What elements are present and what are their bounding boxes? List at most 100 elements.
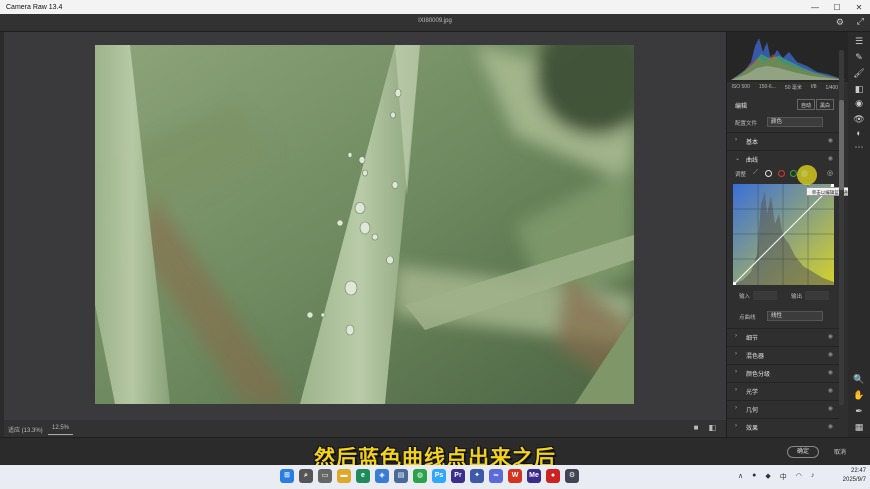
search-icon[interactable]: ⌕: [299, 469, 313, 483]
close-button[interactable]: ✕: [848, 0, 870, 14]
media-encoder-icon[interactable]: Me: [527, 469, 541, 483]
app-icon-3[interactable]: ∞: [489, 469, 503, 483]
eye-icon[interactable]: ◉: [828, 369, 833, 376]
iso-value: ISO 500: [731, 84, 750, 90]
chevron-right-icon: ›: [735, 137, 737, 143]
redeye-icon[interactable]: 👁: [853, 114, 865, 125]
chevron-up-icon[interactable]: ∧: [738, 472, 743, 482]
output-field[interactable]: [805, 291, 829, 300]
app-icon-2[interactable]: ✦: [470, 469, 484, 483]
taskbar-apps: ⊞ ⌕ ▭ ▬ e ◈ ▤ ◍ Ps Pr ✦ ∞ W Me ● ⚙: [280, 469, 579, 483]
focal-value: 50 毫米: [784, 85, 802, 91]
volume-icon[interactable]: ♪: [811, 472, 815, 482]
radial-filter-icon[interactable]: ◉: [853, 98, 865, 109]
chevron-right-icon: ›: [735, 387, 737, 393]
section-label: 颜色分级: [746, 372, 771, 378]
zoom-icon[interactable]: 🔍: [853, 374, 865, 385]
fit-zoom[interactable]: 适应 (13.3%): [8, 425, 43, 434]
clock-time: 22:47: [850, 468, 866, 474]
more-icon[interactable]: ⋯: [853, 142, 865, 153]
heal-icon[interactable]: ✎: [853, 52, 865, 63]
section-curve[interactable]: ⌄ 曲线 ◉: [727, 150, 839, 166]
settings-icon[interactable]: ⚙: [565, 469, 579, 483]
maximize-button[interactable]: ☐: [826, 0, 848, 14]
target-adjust-icon[interactable]: ◎: [827, 169, 833, 177]
blue-channel-curve[interactable]: [732, 183, 835, 286]
status-bar: 适应 (13.3%) 12.5% ■ ◧: [4, 420, 726, 437]
clock-date: 2025/9/7: [842, 477, 866, 483]
edit-sliders-icon[interactable]: ☰: [853, 36, 865, 47]
gear-icon[interactable]: ⚙: [836, 17, 844, 28]
section-geometry[interactable]: › 几何 ◉: [727, 400, 839, 416]
eye-icon[interactable]: ◉: [828, 137, 833, 144]
lang-indicator[interactable]: 中: [780, 472, 787, 482]
profile-select[interactable]: 颜色: [767, 117, 823, 127]
eye-icon[interactable]: ◉: [828, 333, 833, 340]
single-view-icon[interactable]: ■: [694, 423, 699, 432]
file-name: IXI80009.jpg: [418, 18, 452, 24]
task-view-icon[interactable]: ▭: [318, 469, 332, 483]
panel-scroll-thumb[interactable]: [839, 100, 844, 190]
input-field[interactable]: [753, 291, 777, 300]
system-tray: ∧ ● ◆ 中 ◠ ♪: [738, 472, 814, 482]
chevron-down-icon: ⌄: [735, 156, 741, 162]
photoshop-icon[interactable]: Ps: [432, 469, 446, 483]
rgb-channel-dot[interactable]: [765, 170, 772, 177]
camera-info: ISO 500 150-6... 50 毫米 f/8 1/400 秒: [727, 84, 849, 94]
premiere-icon[interactable]: Pr: [451, 469, 465, 483]
photo-preview[interactable]: [95, 45, 634, 404]
edit-label: 编辑: [735, 104, 748, 110]
edge-icon[interactable]: e: [356, 469, 370, 483]
section-effects[interactable]: › 效果 ◉: [727, 418, 839, 434]
eye-icon[interactable]: ◉: [828, 405, 833, 412]
section-color-grading[interactable]: › 颜色分级 ◉: [727, 364, 839, 380]
edit-header: 编辑 自动 黑白: [727, 98, 839, 112]
tray-app-icon[interactable]: ●: [752, 472, 756, 482]
record-icon[interactable]: ●: [546, 469, 560, 483]
file-explorer-icon[interactable]: ▬: [337, 469, 351, 483]
windows-taskbar: ⊞ ⌕ ▭ ▬ e ◈ ▤ ◍ Ps Pr ✦ ∞ W Me ● ⚙ ∧ ● ◆…: [0, 465, 870, 489]
section-color-mixer[interactable]: › 混色器 ◉: [727, 346, 839, 362]
eyedropper-icon[interactable]: ✒: [853, 406, 865, 417]
wechat-icon[interactable]: ◍: [413, 469, 427, 483]
fullscreen-icon[interactable]: ⤢: [857, 16, 864, 27]
view-controls: ■ ◧: [694, 423, 716, 432]
start-icon[interactable]: ⊞: [280, 469, 294, 483]
eye-icon[interactable]: ◉: [828, 423, 833, 430]
eye-icon[interactable]: ◉: [828, 351, 833, 358]
point-curve-select[interactable]: 线性: [767, 311, 823, 321]
app-icon[interactable]: ▤: [394, 469, 408, 483]
wifi-icon[interactable]: ◠: [796, 472, 802, 482]
brush-icon[interactable]: 🖌: [853, 68, 865, 79]
point-curve-label: 点曲线: [739, 315, 756, 321]
red-channel-dot[interactable]: [778, 170, 785, 177]
presets-icon[interactable]: ◐: [853, 128, 865, 138]
gradient-icon[interactable]: ◧: [853, 84, 865, 95]
section-label: 效果: [746, 426, 759, 432]
chevron-right-icon: ›: [735, 405, 737, 411]
compare-view-icon[interactable]: ◧: [708, 423, 716, 432]
section-label: 基本: [746, 140, 759, 146]
chevron-right-icon: ›: [735, 423, 737, 429]
eye-icon[interactable]: ◉: [828, 155, 833, 162]
section-optics[interactable]: › 光学 ◉: [727, 382, 839, 398]
tone-curve-graph[interactable]: [732, 183, 835, 286]
tray-app-icon-2[interactable]: ◆: [765, 472, 770, 482]
parametric-curve-icon[interactable]: ⟋: [753, 169, 758, 177]
bw-button[interactable]: 黑白: [816, 99, 835, 110]
auto-button[interactable]: 自动: [797, 99, 816, 110]
title-bar: Camera Raw 13.4 — ☐ ✕: [0, 0, 870, 14]
green-channel-dot[interactable]: [790, 170, 797, 177]
section-basic[interactable]: › 基本 ◉: [727, 132, 839, 148]
clock[interactable]: 22:47 2025/9/7: [843, 467, 866, 485]
lens-value: 150-6...: [758, 84, 776, 90]
window-controls: — ☐ ✕: [804, 0, 870, 14]
zoom-dropdown[interactable]: 12.5%: [48, 422, 74, 435]
minimize-button[interactable]: —: [804, 0, 826, 14]
wps-icon[interactable]: W: [508, 469, 522, 483]
section-detail[interactable]: › 细节 ◉: [727, 328, 839, 344]
hand-icon[interactable]: ✋: [853, 390, 865, 401]
eye-icon[interactable]: ◉: [828, 387, 833, 394]
grid-icon[interactable]: ▦: [853, 422, 865, 433]
store-icon[interactable]: ◈: [375, 469, 389, 483]
